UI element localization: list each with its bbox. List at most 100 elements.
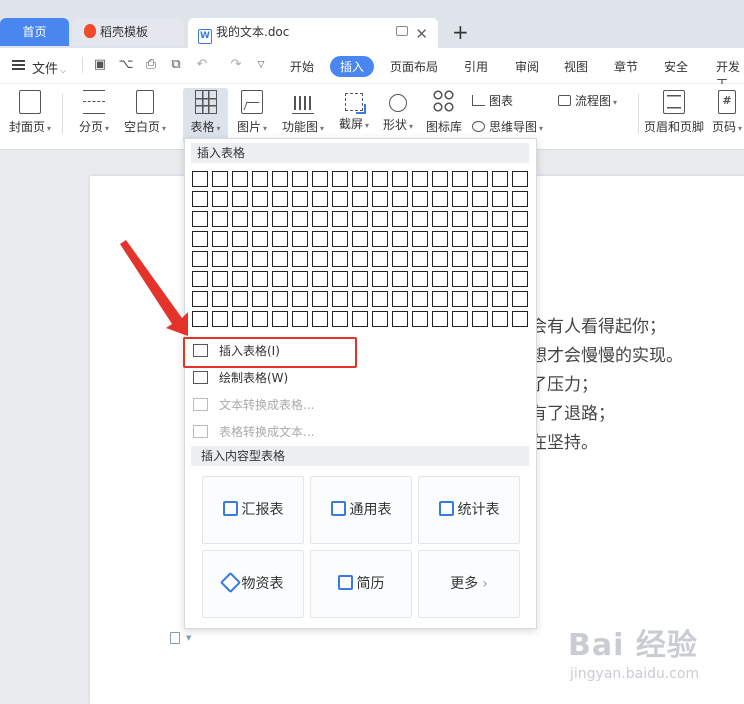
- close-tab-icon[interactable]: ✕: [415, 20, 428, 48]
- table-grid-cell[interactable]: [432, 171, 448, 187]
- draw-table-option[interactable]: 绘制表格(W): [193, 366, 288, 390]
- table-grid-cell[interactable]: [232, 191, 248, 207]
- table-grid-cell[interactable]: [332, 211, 348, 227]
- table-grid-cell[interactable]: [272, 191, 288, 207]
- table-grid-cell[interactable]: [332, 271, 348, 287]
- table-grid-cell[interactable]: [472, 251, 488, 267]
- table-grid-cell[interactable]: [372, 191, 388, 207]
- save-icon[interactable]: ▣: [92, 57, 108, 73]
- page-break-button[interactable]: 分页 ▾: [72, 88, 116, 144]
- table-grid-cell[interactable]: [292, 211, 308, 227]
- paragraph-layout-icon[interactable]: [170, 632, 180, 644]
- table-grid-cell[interactable]: [272, 251, 288, 267]
- table-size-grid[interactable]: [192, 171, 532, 331]
- table-grid-cell[interactable]: [212, 171, 228, 187]
- table-grid-cell[interactable]: [412, 231, 428, 247]
- table-grid-cell[interactable]: [192, 291, 208, 307]
- print-preview-icon[interactable]: ⧉: [168, 57, 184, 73]
- table-grid-cell[interactable]: [352, 191, 368, 207]
- menu-view[interactable]: 视图: [564, 58, 588, 75]
- table-grid-cell[interactable]: [272, 291, 288, 307]
- table-grid-cell[interactable]: [252, 191, 268, 207]
- table-grid-cell[interactable]: [312, 271, 328, 287]
- table-grid-cell[interactable]: [412, 271, 428, 287]
- table-grid-cell[interactable]: [472, 231, 488, 247]
- table-grid-cell[interactable]: [212, 251, 228, 267]
- table-grid-cell[interactable]: [452, 271, 468, 287]
- tab-document[interactable]: W 我的文本.doc ✕: [188, 18, 438, 48]
- table-grid-cell[interactable]: [372, 291, 388, 307]
- format-painter-icon[interactable]: ⌥: [118, 57, 134, 73]
- icon-library-button[interactable]: 图标库: [424, 88, 464, 144]
- table-grid-cell[interactable]: [232, 211, 248, 227]
- table-grid-cell[interactable]: [472, 291, 488, 307]
- table-grid-cell[interactable]: [312, 291, 328, 307]
- chevron-down-icon[interactable]: ▼: [186, 634, 191, 642]
- table-grid-cell[interactable]: [432, 291, 448, 307]
- customize-quick-access-icon[interactable]: ▽: [253, 57, 269, 73]
- table-grid-cell[interactable]: [452, 311, 468, 327]
- table-grid-cell[interactable]: [492, 291, 508, 307]
- table-grid-cell[interactable]: [392, 251, 408, 267]
- table-grid-cell[interactable]: [512, 191, 528, 207]
- table-grid-cell[interactable]: [212, 311, 228, 327]
- table-grid-cell[interactable]: [252, 211, 268, 227]
- table-grid-cell[interactable]: [332, 311, 348, 327]
- table-grid-cell[interactable]: [492, 211, 508, 227]
- table-grid-cell[interactable]: [292, 171, 308, 187]
- undo-icon[interactable]: ↶: [194, 57, 210, 73]
- table-grid-cell[interactable]: [492, 191, 508, 207]
- tab-docer-templates[interactable]: 稻壳模板: [72, 18, 184, 46]
- shape-button[interactable]: 形状 ▾: [378, 88, 418, 144]
- table-grid-cell[interactable]: [492, 231, 508, 247]
- table-grid-cell[interactable]: [192, 231, 208, 247]
- table-grid-cell[interactable]: [372, 171, 388, 187]
- table-grid-cell[interactable]: [312, 191, 328, 207]
- cover-page-button[interactable]: 封面页 ▾: [6, 88, 54, 144]
- menu-references[interactable]: 引用: [464, 58, 488, 75]
- window-mode-icon[interactable]: [396, 26, 408, 36]
- table-button[interactable]: 表格 ▾: [183, 88, 228, 144]
- menu-insert[interactable]: 插入: [330, 56, 375, 77]
- table-grid-cell[interactable]: [452, 291, 468, 307]
- table-grid-cell[interactable]: [252, 251, 268, 267]
- table-grid-cell[interactable]: [212, 291, 228, 307]
- table-grid-cell[interactable]: [272, 311, 288, 327]
- table-grid-cell[interactable]: [432, 271, 448, 287]
- table-grid-cell[interactable]: [192, 251, 208, 267]
- menu-page-layout[interactable]: 页面布局: [390, 58, 438, 75]
- general-table-card[interactable]: 通用表: [310, 476, 412, 544]
- table-grid-cell[interactable]: [512, 211, 528, 227]
- table-grid-cell[interactable]: [292, 251, 308, 267]
- report-table-card[interactable]: 汇报表: [202, 476, 304, 544]
- table-grid-cell[interactable]: [352, 291, 368, 307]
- new-tab-button[interactable]: +: [452, 20, 469, 44]
- table-grid-cell[interactable]: [512, 171, 528, 187]
- table-grid-cell[interactable]: [492, 311, 508, 327]
- table-grid-cell[interactable]: [332, 171, 348, 187]
- table-grid-cell[interactable]: [392, 271, 408, 287]
- table-grid-cell[interactable]: [512, 311, 528, 327]
- table-grid-cell[interactable]: [452, 251, 468, 267]
- table-grid-cell[interactable]: [292, 291, 308, 307]
- table-grid-cell[interactable]: [372, 251, 388, 267]
- blank-page-button[interactable]: 空白页 ▾: [120, 88, 170, 144]
- table-to-text-option[interactable]: 表格转换成文本...: [193, 420, 314, 444]
- table-grid-cell[interactable]: [352, 211, 368, 227]
- table-grid-cell[interactable]: [332, 251, 348, 267]
- table-grid-cell[interactable]: [452, 171, 468, 187]
- statistics-table-card[interactable]: 统计表: [418, 476, 520, 544]
- table-grid-cell[interactable]: [192, 211, 208, 227]
- table-grid-cell[interactable]: [452, 191, 468, 207]
- table-grid-cell[interactable]: [212, 191, 228, 207]
- text-to-table-option[interactable]: 文本转换成表格...: [193, 393, 314, 417]
- table-grid-cell[interactable]: [352, 311, 368, 327]
- table-grid-cell[interactable]: [332, 291, 348, 307]
- table-grid-cell[interactable]: [372, 231, 388, 247]
- table-grid-cell[interactable]: [412, 291, 428, 307]
- table-grid-cell[interactable]: [312, 171, 328, 187]
- table-grid-cell[interactable]: [512, 231, 528, 247]
- table-grid-cell[interactable]: [332, 231, 348, 247]
- table-grid-cell[interactable]: [232, 271, 248, 287]
- table-grid-cell[interactable]: [352, 231, 368, 247]
